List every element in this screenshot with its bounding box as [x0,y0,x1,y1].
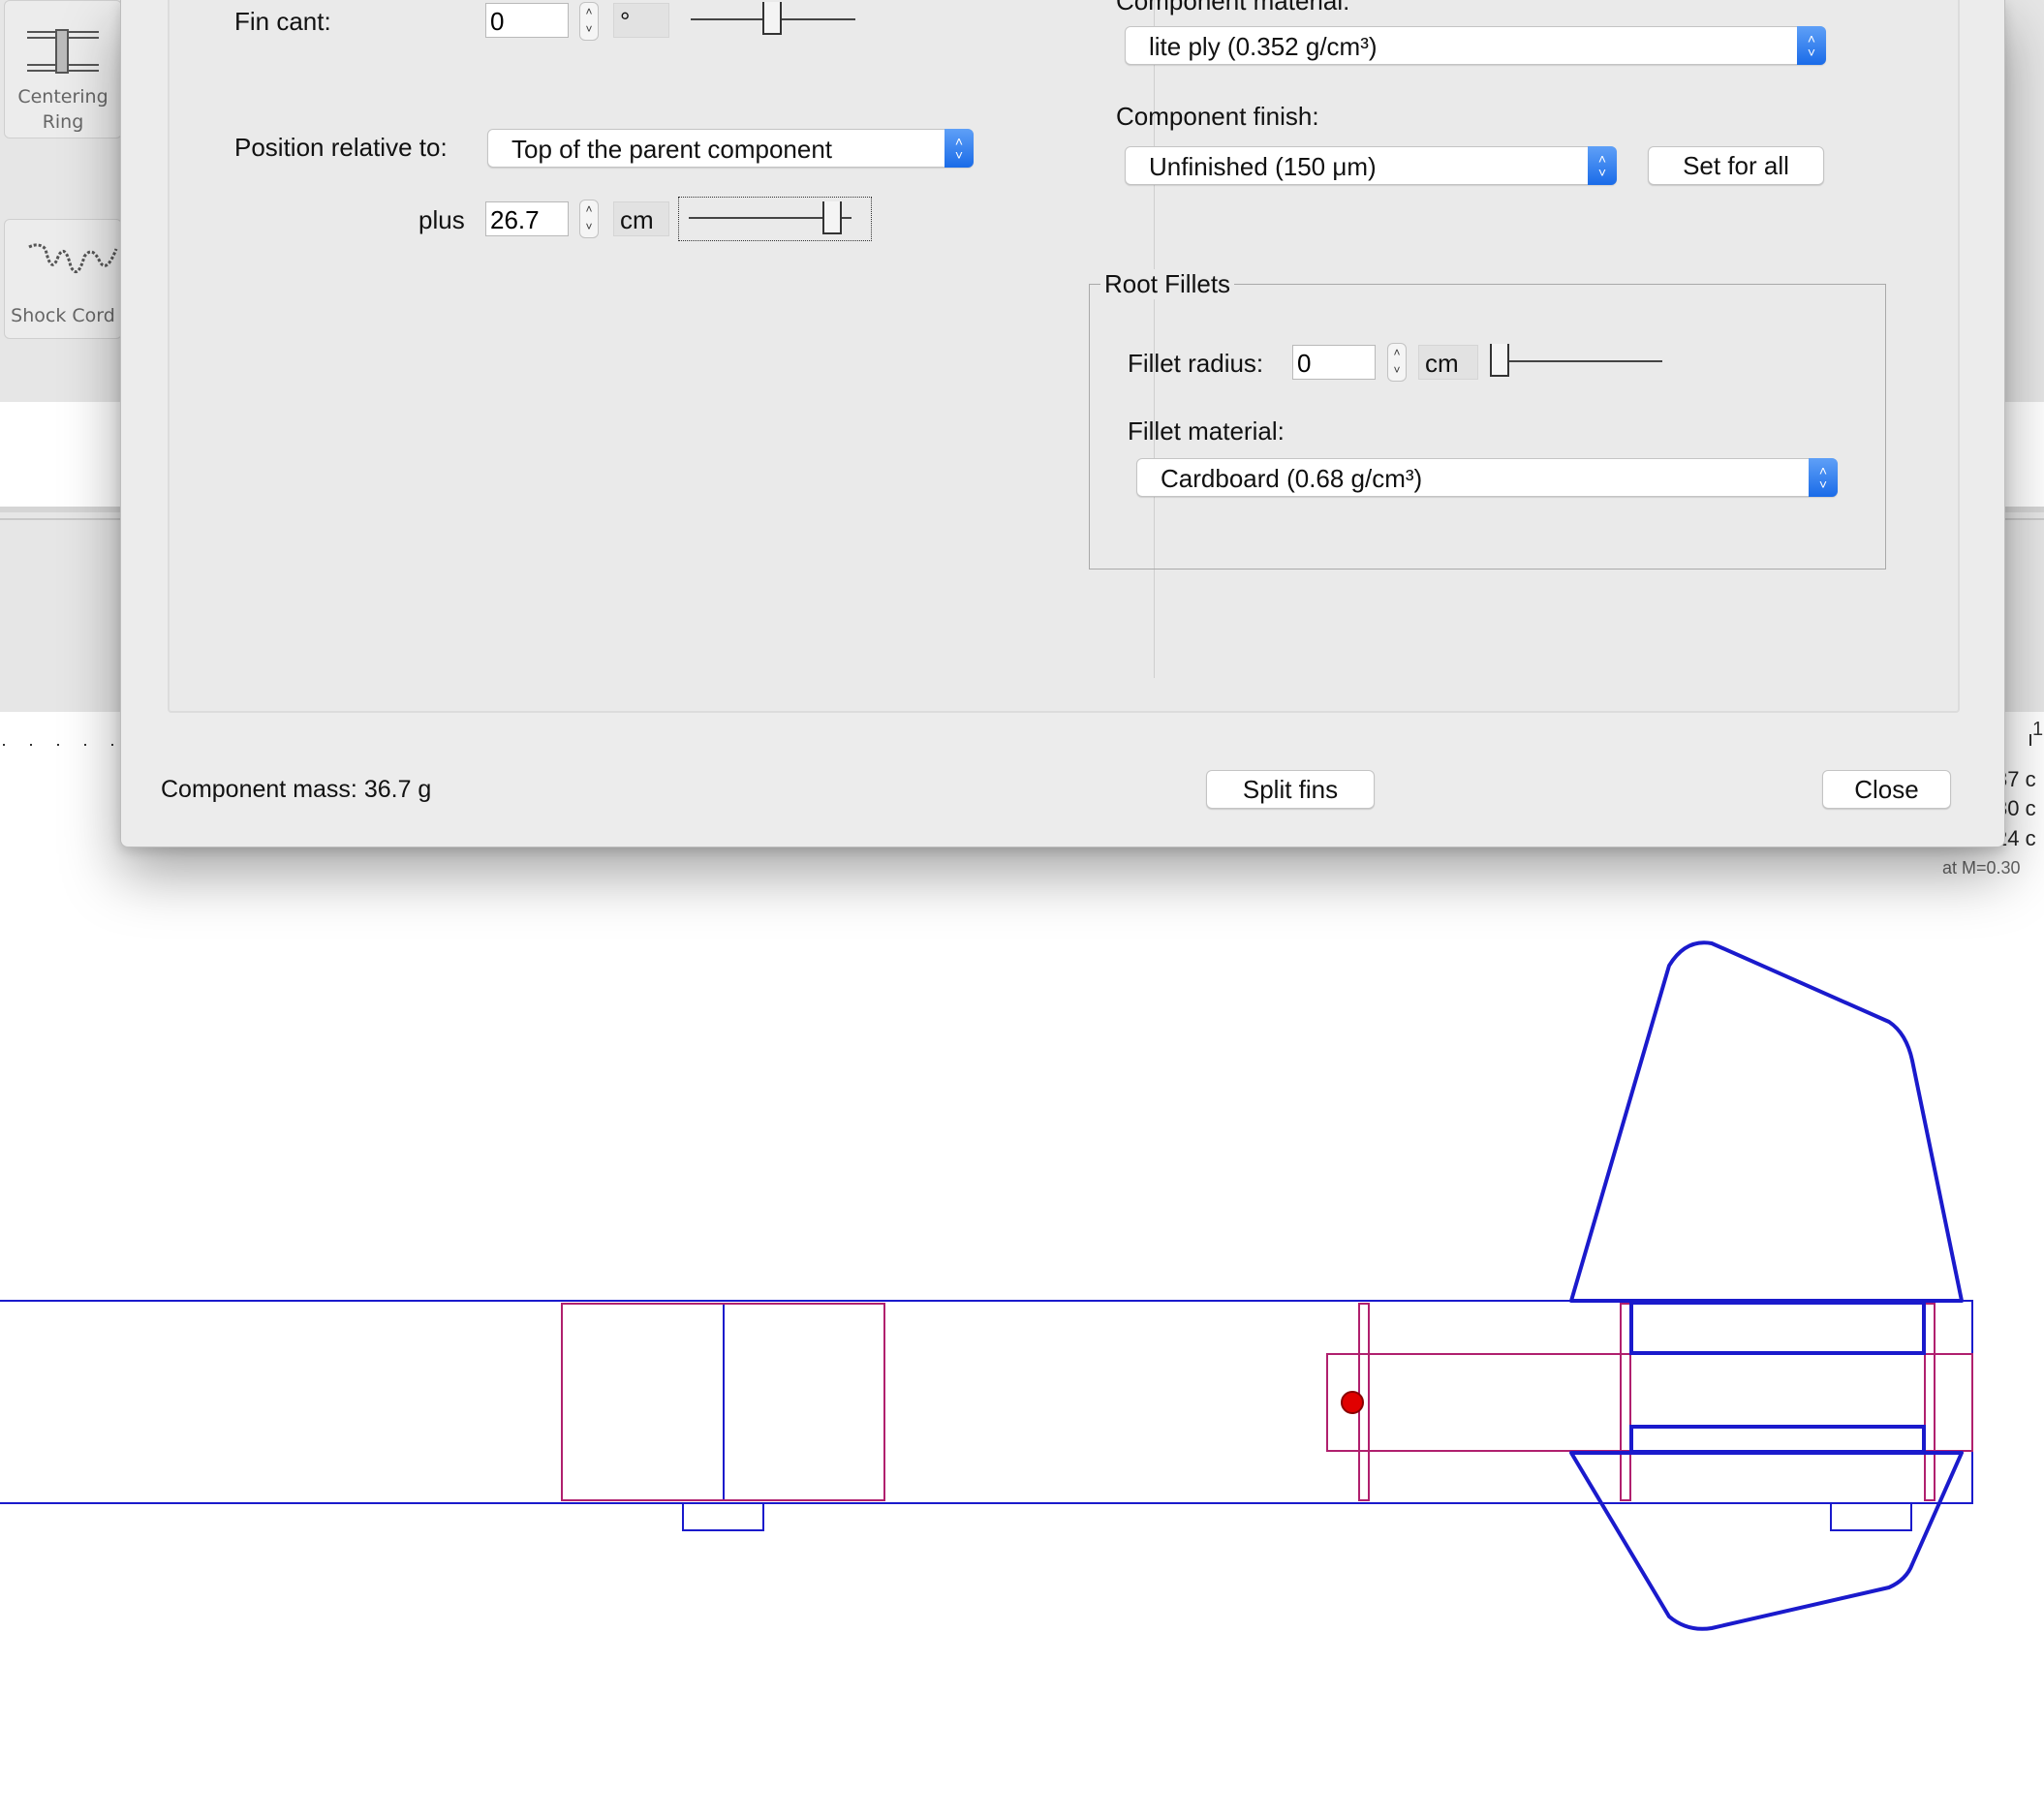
position-offset-slider[interactable] [678,197,872,241]
fillet-radius-unit: cm [1418,345,1478,380]
cg-marker [1341,1391,1364,1414]
position-relative-value: Top of the parent component [511,135,833,164]
component-material-label: Component material: [1116,0,1350,15]
fin-upper [1569,940,1964,1303]
centering-ring-3 [1924,1303,1936,1501]
body-tube-outline [0,1300,1973,1504]
close-button[interactable]: Close [1822,770,1951,809]
slider-thumb[interactable] [762,2,782,35]
fillet-material-value: Cardboard (0.68 g/cm³) [1161,464,1423,493]
fin-cant-slider[interactable] [687,0,859,39]
fillet-material-label: Fillet material: [1128,416,1285,446]
shock-cord-label: Shock Cord [11,305,115,326]
motor-mount-tube [1326,1353,1973,1452]
fin-cant-input[interactable]: 0 [485,3,569,38]
chevron-up-down-icon: ˄ ˅ [1588,146,1617,185]
up-down-stepper-icon: ˄ ˅ [585,202,593,233]
plus-label: plus [418,205,465,234]
fillet-material-select[interactable]: Cardboard (0.68 g/cm³) ˄ ˅ [1136,458,1838,497]
fin-tab-lower [1629,1425,1926,1454]
centering-ring-label-line2: Ring [42,111,84,133]
position-offset-unit: cm [613,201,669,236]
ruler-label: 1 [2032,719,2044,740]
centering-ring-label-line1: Centering [17,86,108,108]
component-material-select[interactable]: lite ply (0.352 g/cm³) ˄ ˅ [1125,26,1826,65]
set-for-all-button[interactable]: Set for all [1648,146,1824,185]
centering-ring-icon [27,29,99,74]
chevron-up-down-icon: ˄ ˅ [1797,26,1826,65]
launch-lug-2 [1830,1502,1912,1531]
centering-ring-button[interactable]: Centering Ring [4,0,122,139]
fin-cant-stepper[interactable]: ˄ ˅ [579,2,599,41]
component-material-value: lite ply (0.352 g/cm³) [1149,32,1378,61]
centering-ring-2 [1620,1303,1631,1501]
launch-lug-1 [682,1502,764,1531]
fillet-radius-slider[interactable] [1486,342,1666,381]
slider-thumb[interactable] [1490,344,1509,377]
root-fillets-title: Root Fillets [1100,269,1235,299]
position-offset-stepper[interactable]: ˄ ˅ [579,200,599,238]
chevron-up-down-icon: ˄ ˅ [945,129,974,168]
up-down-stepper-icon: ˄ ˅ [1393,346,1401,377]
shock-cord-icon [28,243,118,274]
fillet-radius-label: Fillet radius: [1128,349,1264,378]
position-offset-input[interactable]: 26.7 [485,201,569,236]
fillet-radius-stepper[interactable]: ˄ ˅ [1387,343,1407,382]
fillet-radius-input[interactable]: 0 [1292,345,1376,380]
up-down-stepper-icon: ˄ ˅ [585,5,593,36]
fin-cant-unit: ° [613,3,669,38]
component-finish-value: Unfinished (150 μm) [1149,152,1377,181]
position-relative-label: Position relative to: [234,133,448,162]
component-mass-label: Component mass: 36.7 g [161,776,432,803]
chevron-up-down-icon: ˄ ˅ [1809,458,1838,497]
position-relative-select[interactable]: Top of the parent component ˄ ˅ [487,129,974,168]
split-fins-button[interactable]: Split fins [1206,770,1375,809]
rocket-design-view [0,940,1973,1631]
component-finish-select[interactable]: Unfinished (150 μm) ˄ ˅ [1125,146,1617,185]
shock-cord-button[interactable]: Shock Cord [4,219,122,339]
component-finish-label: Component finish: [1116,102,1319,131]
fin-tab-upper [1629,1301,1926,1355]
slider-thumb[interactable] [822,201,842,234]
fin-cant-label: Fin cant: [234,7,331,36]
